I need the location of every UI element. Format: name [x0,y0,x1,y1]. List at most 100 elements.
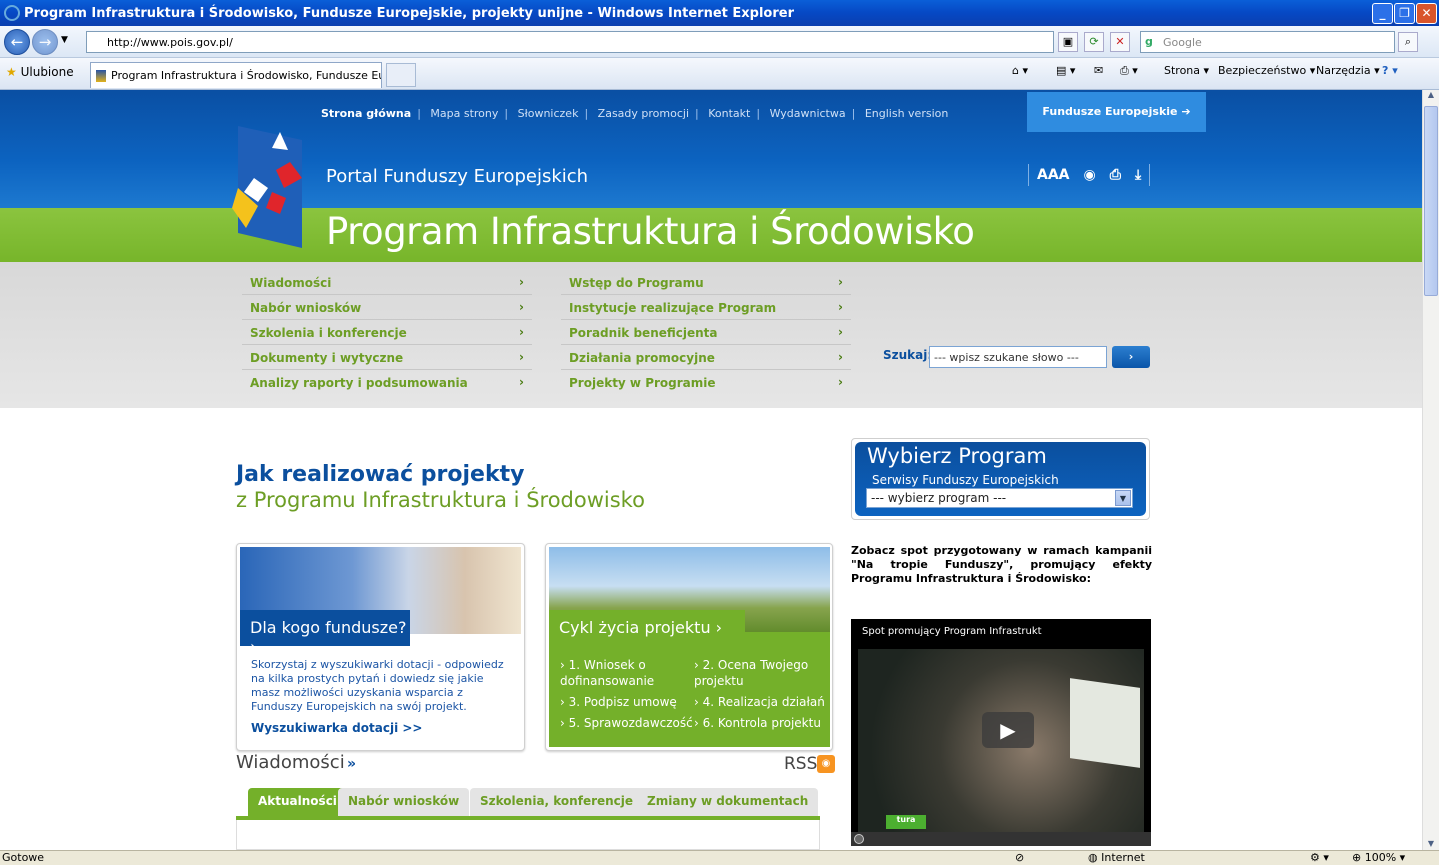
back-icon[interactable]: ← [4,29,30,55]
mail-icon[interactable]: ✉ [1094,64,1103,77]
topnav-english[interactable]: English version [865,107,949,120]
menu-item-poradnik[interactable]: Poradnik beneficjenta › [561,320,851,345]
news-panel [236,820,820,850]
zoom-control[interactable]: ⊕ 100% ▾ [1352,851,1405,864]
print-icon[interactable]: ⎙ ▾ [1120,64,1138,78]
wybierz-program-box: Wybierz Program Serwisy Funduszy Europej… [851,438,1150,520]
google-icon: g [1145,35,1153,48]
menu-item-szkolenia[interactable]: Szkolenia i konferencje › [242,320,532,345]
step-1[interactable]: › 1. Wniosek o dofinansowanie [560,657,680,689]
text-size-icon[interactable]: AAA [1037,167,1070,183]
forward-icon[interactable]: → [32,29,58,55]
close-button[interactable]: ✕ [1416,3,1437,24]
seek-handle[interactable] [854,834,864,844]
status-bar: Gotowe ⊘ ◍ Internet ⚙ ▾ ⊕ 100% ▾ [0,850,1439,865]
video-player[interactable]: Spot promujący Program Infrastrukt tura … [851,619,1151,846]
chevron-right-icon: › [519,275,524,289]
refresh-icon[interactable]: ⟳ [1084,32,1104,52]
double-chevron-icon[interactable]: » [347,756,356,772]
print-page-icon[interactable]: ⎙ [1110,167,1121,183]
star-icon: ★ [6,65,17,79]
video-intro-text: Zobacz spot przygotowany w ramach kampan… [851,544,1152,585]
fundusze-europejskie-button[interactable]: Fundusze Europejskie ➔ [1027,92,1206,132]
rss-icon[interactable]: ◉ [817,755,835,773]
dla-kogo-button[interactable]: Dla kogo fundusze? › [240,610,410,656]
step-5[interactable]: › 5. Sprawozdawczość [560,715,693,731]
top-navigation: Strona główna | Mapa strony | Słowniczek | … [321,107,949,120]
menu-item-nabor[interactable]: Nabór wniosków › [242,295,532,320]
page-menu[interactable]: Strona ▾ [1164,64,1209,77]
wybierz-subtitle: Serwisy Funduszy Europejskich [872,473,1059,487]
title-bar: Program Infrastruktura i Środowisko, Fun… [0,0,1439,26]
chevron-right-icon: › [838,300,843,314]
minimize-button[interactable]: _ [1372,3,1393,24]
maximize-button[interactable]: ❐ [1394,3,1415,24]
cykl-zycia-button[interactable]: Cykl życia projektu › [549,610,745,646]
site-search-input[interactable] [929,346,1107,368]
chevron-right-icon: › [838,275,843,289]
status-text: Gotowe [2,851,45,864]
stop-icon[interactable]: ✕ [1110,32,1130,52]
topnav-glossary[interactable]: Słowniczek [518,107,579,120]
help-icon[interactable]: ? ▾ [1382,64,1398,77]
navigation-bar: ← → ▼ ▣ ⟳ ✕ g Google ⌕ [0,26,1439,58]
tab-szkolenia[interactable]: Szkolenia, konferencje [470,788,644,816]
history-dropdown-icon[interactable]: ▼ [61,35,68,45]
safety-menu[interactable]: Bezpieczeństwo ▾ [1218,64,1315,77]
video-seekbar[interactable] [851,832,1151,846]
menu-item-wiadomosci[interactable]: Wiadomości › [242,270,532,295]
step-6[interactable]: › 6. Kontrola projektu [694,715,821,731]
menu-item-wstep[interactable]: Wstęp do Programu › [561,270,851,295]
zone-indicator: ◍ Internet [1088,851,1145,864]
step-3[interactable]: › 3. Podpisz umowę [560,694,677,710]
search-icon[interactable]: ⌕ [1398,32,1418,52]
topnav-sitemap[interactable]: Mapa strony [430,107,498,120]
play-icon[interactable]: ▶ [982,712,1034,748]
address-input[interactable] [86,31,1054,53]
tab-favicon [96,70,106,82]
chevron-right-icon: › [519,300,524,314]
globe-icon: ◍ [1088,851,1098,864]
topnav-promotion-rules[interactable]: Zasady promocji [598,107,689,120]
ie-icon [4,5,20,21]
step-4[interactable]: › 4. Realizacja działań [694,694,825,710]
new-tab-button[interactable] [386,63,416,87]
tab-bar: ★ Ulubione Program Infrastruktura i Środ… [0,58,1439,90]
menu-item-dokumenty[interactable]: Dokumenty i wytyczne › [242,345,532,370]
main-menu-right: Wstęp do Programu › Instytucje realizując… [561,270,851,395]
tab-active[interactable]: Program Infrastruktura i Środowisko, Fun… [90,62,382,88]
feeds-icon[interactable]: ▤ ▾ [1056,64,1075,77]
topnav-contact[interactable]: Kontakt [708,107,750,120]
favorites-button[interactable]: ★ Ulubione [6,65,74,79]
menu-item-analizy[interactable]: Analizy raporty i podsumowania › [242,370,532,395]
search-input[interactable]: g Google [1140,31,1395,53]
compatibility-icon[interactable]: ▣ [1058,32,1078,52]
tab-zmiany[interactable]: Zmiany w dokumentach [637,788,819,816]
menu-item-dzialania[interactable]: Działania promocyjne › [561,345,851,370]
chevron-right-icon: › [838,325,843,339]
scroll-up-icon[interactable]: ▲ [1423,90,1439,99]
tools-menu[interactable]: Narzędzia ▾ [1316,64,1380,77]
tab-nabor[interactable]: Nabór wniosków [338,788,470,816]
topnav-publications[interactable]: Wydawnictwa [770,107,846,120]
tab-aktualnosci[interactable]: Aktualności [248,788,347,816]
menu-item-instytucje[interactable]: Instytucje realizujące Program › [561,295,851,320]
privacy-icon[interactable]: ⊘ [1015,851,1024,864]
topnav-home[interactable]: Strona główna [321,107,411,120]
program-title: Program Infrastruktura i Środowisko [326,210,975,253]
scroll-down-icon[interactable]: ▼ [1423,839,1439,848]
chevron-down-icon[interactable]: ▼ [1115,490,1131,506]
program-select[interactable]: --- wybierz program --- ▼ [866,488,1133,508]
rss-label[interactable]: RSS [784,754,817,774]
step-2[interactable]: › 2. Ocena Twojego projektu [694,657,824,689]
site-search-button[interactable]: › [1112,346,1150,368]
wyszukiwarka-link[interactable]: Wyszukiwarka dotacji >> [251,721,422,735]
scroll-thumb[interactable] [1424,106,1438,296]
eu-logo [232,126,302,248]
home-icon[interactable]: ⌂ ▾ [1012,64,1028,77]
contrast-eye-icon[interactable]: ◉ [1084,167,1096,183]
vertical-scrollbar[interactable]: ▲ ▼ [1422,90,1439,850]
download-icon[interactable]: ⤓ [1135,167,1141,183]
protected-mode-icon[interactable]: ⚙ ▾ [1310,851,1329,864]
menu-item-projekty[interactable]: Projekty w Programie › [561,370,851,395]
